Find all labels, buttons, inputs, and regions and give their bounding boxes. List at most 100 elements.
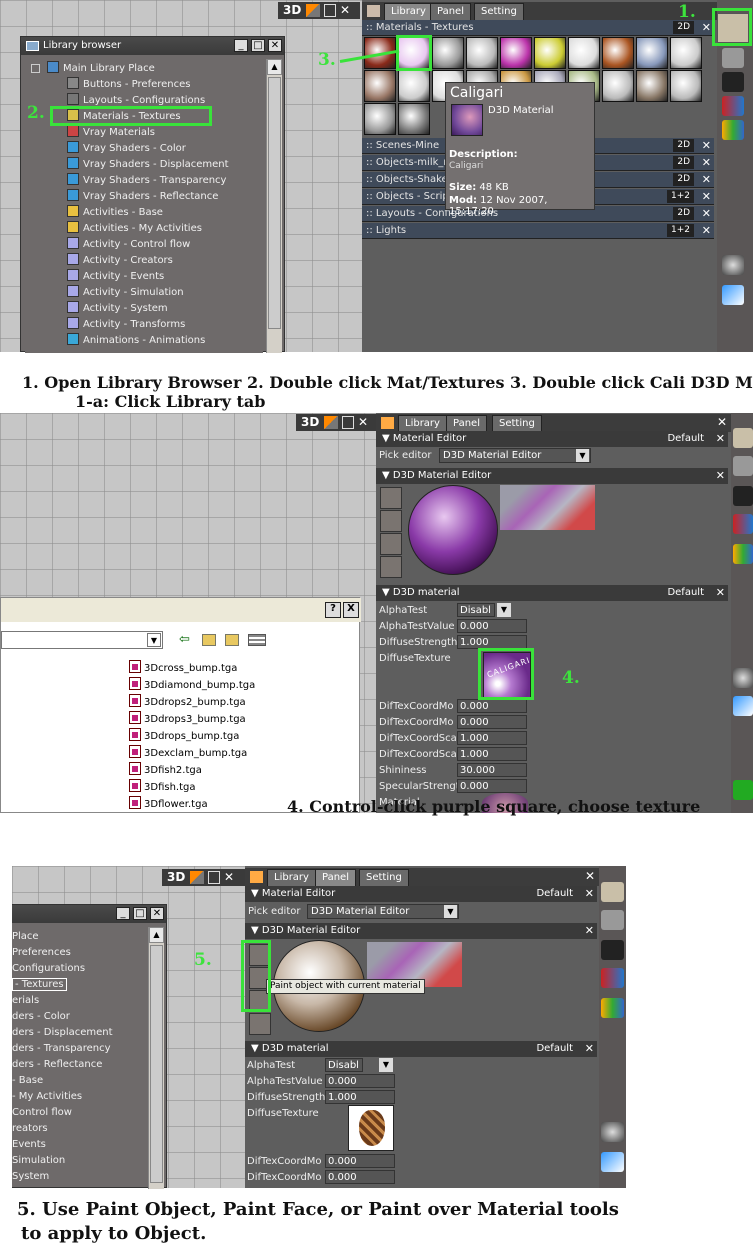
file-item[interactable]: 3Ddrops_bump.tga [129,728,239,745]
objects-icon[interactable] [601,968,624,988]
collapse-icon[interactable]: ▼ [251,925,262,936]
tree-item[interactable]: Activity - Creators [67,253,173,269]
materials-icon[interactable] [733,544,753,564]
eyedropper-button[interactable] [380,556,402,578]
tree-item[interactable]: System [12,1169,49,1185]
tab-setting[interactable]: Setting [492,415,542,432]
sphere-tool-icon[interactable] [722,255,744,275]
file-item[interactable]: 3Dfish.tga [129,779,195,796]
d3d-material-header[interactable]: ▼ D3D material Default ✕ [245,1041,597,1057]
render-icon[interactable] [733,486,753,506]
tree-item[interactable]: Activity - System [67,301,168,317]
chevron-down-icon[interactable]: ▼ [379,1058,393,1072]
paint-object-button[interactable] [380,487,402,509]
scroll-thumb[interactable] [150,945,163,1183]
material-thumb[interactable] [636,70,668,102]
material-thumb[interactable] [636,37,668,69]
tab-panel[interactable]: Panel [446,415,487,432]
file-dialog-titlebar[interactable]: ? X [1,598,361,622]
folder-select[interactable]: ▼ [1,631,163,649]
sphere-tool-icon[interactable] [733,668,753,688]
view-menu-icon[interactable] [248,634,266,646]
property-value[interactable]: Disabl [457,603,495,617]
close-icon[interactable]: ✕ [224,870,234,884]
property-value[interactable]: 0.000 [325,1074,395,1088]
tab-setting[interactable]: Setting [474,3,524,20]
close-icon[interactable]: ✕ [358,415,368,429]
tree-item[interactable]: Place [12,929,39,945]
panel-close-icon[interactable]: ✕ [717,415,727,429]
tree-item[interactable]: Activity - Transforms [67,317,185,333]
material-thumb[interactable] [670,70,702,102]
material-editor-header[interactable]: ▼ Material Editor Default ✕ [376,431,728,447]
chevron-down-icon[interactable]: ▼ [147,633,161,647]
help-button[interactable]: ? [325,602,341,618]
green-tool-icon[interactable] [733,780,753,800]
tree-item[interactable]: - My Activities [12,1089,82,1105]
property-value[interactable]: 1.000 [457,635,527,649]
axis-tool-icon[interactable] [601,1152,624,1172]
close-icon[interactable]: ✕ [585,923,594,939]
close-icon[interactable]: ✕ [716,431,725,447]
file-item[interactable]: 3Ddrops2_bump.tga [129,694,246,711]
file-item[interactable]: 3Dcross_bump.tga [129,660,237,677]
tree-item[interactable]: Simulation [12,1153,65,1169]
3d-label[interactable]: 3D [283,3,301,17]
panel-list-icon[interactable] [601,910,624,930]
property-value[interactable]: 0.000 [325,1154,395,1168]
diffuse-texture-swatch[interactable] [348,1105,394,1151]
close-icon[interactable]: ✕ [585,1041,594,1057]
tree-item[interactable]: Buttons - Preferences [67,77,191,93]
panel-list-icon[interactable] [722,48,744,68]
property-value[interactable]: 0.000 [457,715,527,729]
d3d-editor-header[interactable]: ▼ D3D Material Editor ✕ [376,468,728,484]
scroll-thumb[interactable] [268,77,281,329]
section-close-icon[interactable]: ✕ [702,172,711,188]
tree-item[interactable]: Main Library Place [47,61,155,77]
tab-library[interactable]: Library [398,415,447,432]
property-value[interactable]: 1.000 [325,1090,395,1104]
collapse-icon[interactable]: ▼ [251,1043,262,1054]
axis-tool-icon[interactable] [722,285,744,305]
paint-over-button[interactable] [380,533,402,555]
tree-item[interactable]: reators [12,1121,48,1137]
tree-item[interactable]: erials [12,993,39,1009]
up-folder-icon[interactable] [202,634,216,646]
materials-icon[interactable] [722,120,744,140]
tree-scrollbar[interactable]: ▲ [148,927,164,1189]
material-thumb[interactable] [568,37,600,69]
dialog-close-button[interactable]: X [343,602,359,618]
chevron-down-icon[interactable]: ▼ [444,905,457,918]
property-value[interactable]: 1.000 [457,747,527,761]
property-value[interactable]: 0.000 [457,779,527,793]
materials-icon[interactable] [601,998,624,1018]
minimize-icon[interactable] [324,4,336,17]
material-thumb[interactable] [466,37,498,69]
maximize-button[interactable]: □ [133,907,147,920]
tree-item[interactable]: Control flow [12,1105,72,1121]
d3d-material-header[interactable]: ▼ D3D material Default ✕ [376,585,728,601]
default-label[interactable]: Default [667,585,704,601]
objects-icon[interactable] [722,96,744,116]
tree-item[interactable]: Vray Shaders - Transparency [67,173,226,189]
axis-tool-icon[interactable] [733,696,753,716]
default-label[interactable]: Default [536,1041,573,1057]
minimize-button[interactable]: _ [116,907,130,920]
tree-scrollbar[interactable]: ▲ [266,59,282,353]
eyedropper-button[interactable] [249,1013,271,1035]
render-icon[interactable] [722,72,744,92]
tree-item[interactable]: Preferences [12,945,71,961]
pick-editor-select[interactable]: D3D Material Editor ▼ [439,448,591,463]
new-folder-icon[interactable] [225,634,239,646]
tab-panel[interactable]: Panel [430,3,471,20]
camera-icon[interactable] [306,4,320,17]
tree-item[interactable]: Activity - Control flow [67,237,190,253]
scroll-up-icon[interactable]: ▲ [267,59,282,75]
material-thumb[interactable] [398,70,430,102]
tree-item[interactable]: Events [12,1137,46,1153]
paint-face-button[interactable] [380,510,402,532]
objects-icon[interactable] [733,514,753,534]
property-value[interactable]: 1.000 [457,731,527,745]
property-value[interactable]: 0.000 [325,1170,395,1184]
material-thumb[interactable] [670,37,702,69]
